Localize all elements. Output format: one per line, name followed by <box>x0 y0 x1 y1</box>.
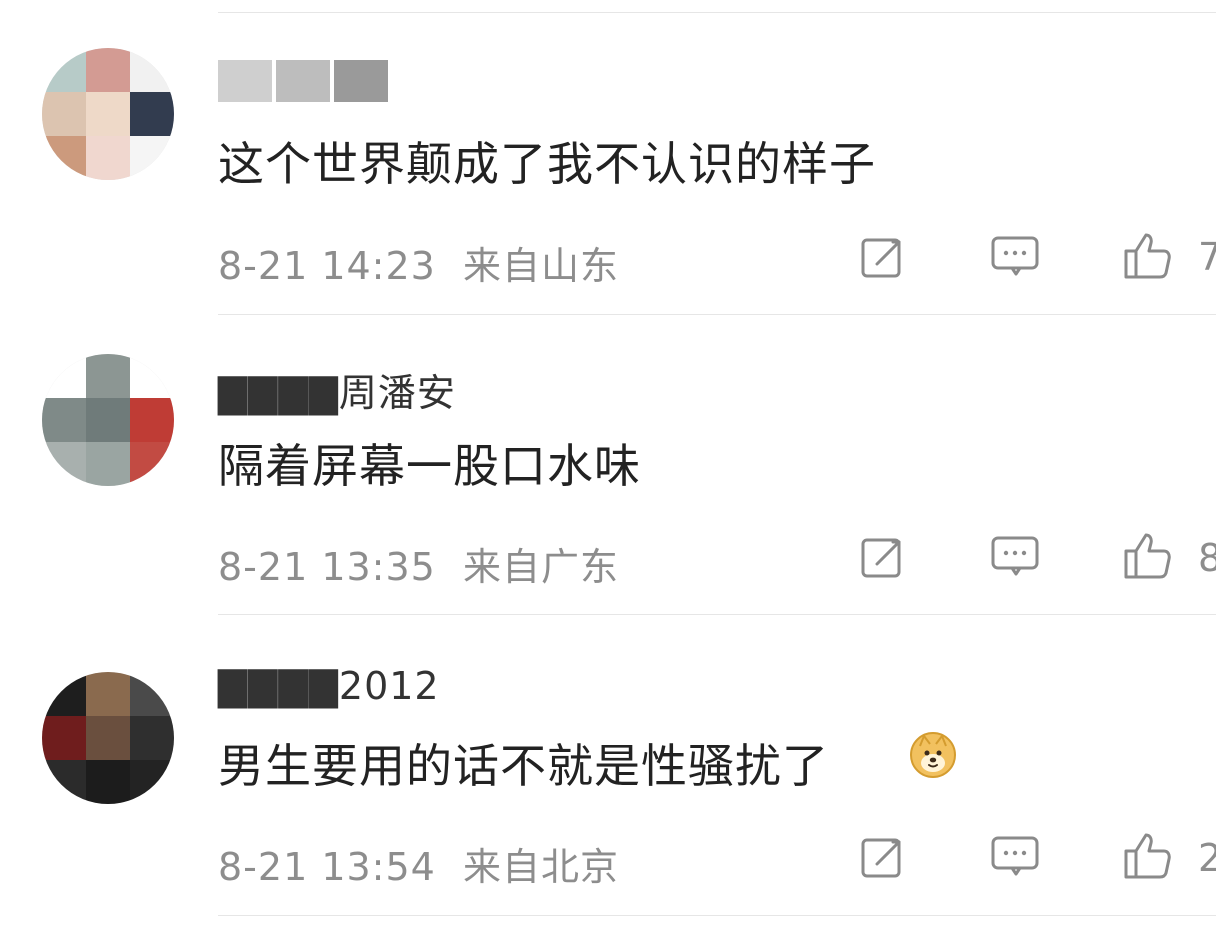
edit-square-icon <box>861 238 901 278</box>
comment-date: 8-21 14:23 <box>218 244 436 288</box>
comment-date: 8-21 13:35 <box>218 545 436 589</box>
avatar[interactable] <box>42 48 174 180</box>
comment-location: 来自山东 <box>462 244 619 288</box>
comment-button[interactable] <box>988 229 1044 285</box>
username-text: ▇▇▇▇2012 <box>218 664 440 708</box>
comment-text: 隔着屏幕一股口水味 <box>218 439 641 493</box>
edit-square-icon <box>861 838 901 878</box>
comment-button[interactable] <box>988 529 1044 585</box>
comment-text: 男生要用的话不就是性骚扰了 <box>218 739 829 793</box>
thumbs-up-icon <box>1124 833 1171 879</box>
like-button[interactable] <box>1118 827 1174 883</box>
avatar[interactable] <box>42 354 174 486</box>
avatar[interactable] <box>42 672 174 804</box>
thumbs-up-icon <box>1124 233 1171 279</box>
comment-meta: 8-21 13:54 来自北京 <box>218 836 619 891</box>
comment-bubble-icon <box>991 836 1039 876</box>
repost-button[interactable] <box>856 229 912 285</box>
comment-item-3: ▇▇▇▇2012 男生要用的话不就是性骚扰了 8-21 13:54 来自北京 2 <box>0 600 1216 916</box>
comment-divider <box>218 915 1216 916</box>
username-text: ▇▇▇▇周潘安 <box>218 371 456 415</box>
username[interactable]: ▇▇▇▇▇▇ <box>218 56 392 102</box>
like-button[interactable] <box>1118 527 1174 583</box>
like-count: 7 <box>1198 235 1216 279</box>
comment-meta: 8-21 14:23 来自山东 <box>218 235 619 290</box>
comment-date: 8-21 13:54 <box>218 845 436 889</box>
comment-location: 来自北京 <box>462 845 619 889</box>
comment-button[interactable] <box>988 829 1044 885</box>
comment-item-1: ▇▇▇▇▇▇ 这个世界颠成了我不认识的样子 8-21 14:23 来自山东 <box>0 0 1216 315</box>
comment-bubble-icon <box>991 536 1039 576</box>
repost-button[interactable] <box>856 829 912 885</box>
username[interactable]: ▇▇▇▇2012 <box>218 664 440 708</box>
repost-button[interactable] <box>856 529 912 585</box>
comment-text: 这个世界颠成了我不认识的样子 <box>218 137 876 191</box>
username[interactable]: ▇▇▇▇周潘安 <box>218 362 456 417</box>
comment-location: 来自广东 <box>462 545 619 589</box>
thumbs-up-icon <box>1124 533 1171 579</box>
doge-emoji-icon <box>908 730 958 780</box>
edit-square-icon <box>861 538 901 578</box>
comment-feed: ▇▇▇▇▇▇ 这个世界颠成了我不认识的样子 8-21 14:23 来自山东 <box>0 0 1216 943</box>
like-count: 2 <box>1198 836 1216 880</box>
like-button[interactable] <box>1118 227 1174 283</box>
comment-item-2: ▇▇▇▇周潘安 隔着屏幕一股口水味 8-21 13:35 来自广东 8 <box>0 300 1216 615</box>
like-count: 8 <box>1198 536 1216 580</box>
comment-bubble-icon <box>991 236 1039 276</box>
comment-meta: 8-21 13:35 来自广东 <box>218 536 619 591</box>
